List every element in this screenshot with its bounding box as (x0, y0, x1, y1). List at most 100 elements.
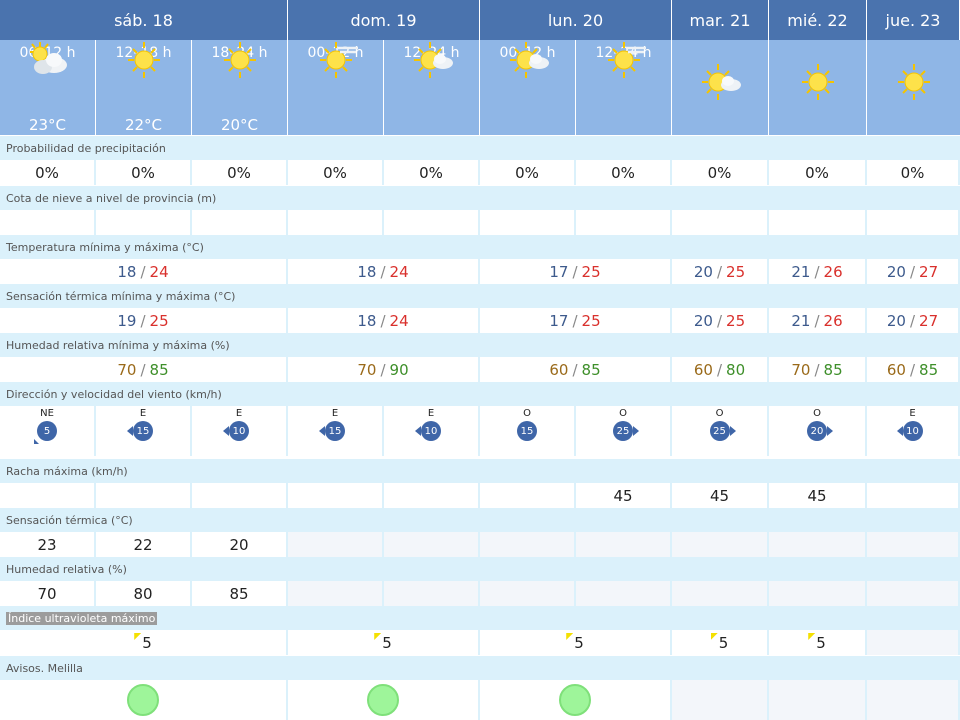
gust-value (288, 483, 384, 508)
slash: / (716, 262, 723, 281)
period-temp: 23°C (28, 116, 67, 134)
period-mie-22 (769, 40, 867, 135)
sens-term-value (769, 532, 867, 557)
sun-icon (216, 40, 264, 80)
uv-number: 5 (382, 633, 392, 652)
slash: / (909, 262, 916, 281)
gust-label: Racha máxima (km/h) (0, 459, 960, 483)
temp-minmax: 20/27 (867, 259, 960, 284)
temp-min: 21 (791, 262, 811, 281)
day-label: sáb. 18 (114, 10, 173, 30)
period-dom-00-12: 00–12 h (288, 40, 384, 135)
temp-max: 26 (823, 262, 843, 281)
precip-value: 0% (867, 160, 960, 185)
gust-value (0, 483, 96, 508)
wind-label: Dirección y velocidad del viento (km/h) (0, 382, 960, 406)
uv-marker-icon (566, 633, 574, 640)
slash: / (909, 360, 916, 379)
no-warning-icon[interactable] (367, 684, 399, 716)
hum-max: 85 (919, 360, 939, 379)
sun-icon (120, 40, 168, 80)
sens-min: 17 (549, 311, 569, 330)
hum-rel-label: Humedad relativa (%) (0, 557, 960, 581)
hum-rel-value: 80 (96, 581, 192, 606)
period-lun-12-24: 12–24 h (576, 40, 672, 135)
slash: / (140, 360, 146, 379)
day-header-dom-19: dom. 19 (288, 0, 480, 40)
avisos-cell (0, 680, 288, 720)
period-lun-00-12: 00–12 h (480, 40, 576, 135)
uv-marker-icon (374, 633, 382, 640)
slash: / (909, 311, 916, 330)
snow-value (769, 210, 867, 235)
sens-minmax: 20/27 (867, 308, 960, 333)
avisos-row (0, 680, 960, 720)
hum-min: 70 (791, 360, 811, 379)
sens-min: 21 (791, 311, 811, 330)
day-label: dom. 19 (350, 10, 417, 30)
uv-marker-icon (808, 633, 816, 640)
precip-value: 0% (576, 160, 672, 185)
slash: / (716, 360, 723, 379)
sens-min: 20 (693, 311, 713, 330)
avisos-cell (672, 680, 769, 720)
hum-rel-value (867, 581, 960, 606)
wind-arrow-icon: 10 (896, 421, 923, 441)
hum-rel-value: 70 (0, 581, 96, 606)
temp-minmax: 17/25 (480, 259, 672, 284)
temp-max: 24 (389, 262, 409, 281)
temp-minmax: 18/24 (288, 259, 480, 284)
wind-direction: E (909, 408, 916, 419)
precip-section: Probabilidad de precipitación 0% 0% 0% 0… (0, 136, 960, 185)
sens-term-value: 23 (0, 532, 96, 557)
temp-label: Temperatura mínima y máxima (°C) (0, 235, 960, 259)
sens-max: 25 (581, 311, 601, 330)
wind-arrow-icon: 15 (517, 421, 537, 441)
uv-value: 5 (672, 630, 769, 655)
hum-min: 70 (117, 360, 137, 379)
uv-number: 5 (816, 633, 826, 652)
sens-row: 19/25 18/24 17/25 20/25 21/26 20/27 (0, 308, 960, 333)
wind-direction: O (813, 408, 821, 419)
wind-cell: O 15 (480, 406, 576, 456)
sens-term-row: 23 22 20 (0, 532, 960, 557)
hum-minmax: 70/85 (769, 357, 867, 382)
day-label: jue. 23 (885, 10, 941, 30)
uv-number: 5 (574, 633, 584, 652)
hum-label: Humedad relativa mínima y máxima (%) (0, 333, 960, 357)
wind-cell: E 15 (288, 406, 384, 456)
wind-direction: O (619, 408, 627, 419)
wind-arrow-icon: 5 (37, 421, 57, 441)
hum-section: Humedad relativa mínima y máxima (%) 70/… (0, 333, 960, 382)
temp-max: 25 (726, 262, 746, 281)
gust-value: 45 (576, 483, 672, 508)
precip-value: 0% (384, 160, 480, 185)
avisos-cell (288, 680, 480, 720)
temp-section: Temperatura mínima y máxima (°C) 18/24 1… (0, 235, 960, 284)
sun-cloud-icon (696, 62, 744, 102)
snow-value (672, 210, 769, 235)
sens-max: 26 (823, 311, 843, 330)
wind-cell: O 20 (769, 406, 867, 456)
slash: / (380, 311, 386, 330)
wind-cell: E 15 (96, 406, 192, 456)
sens-max: 24 (389, 311, 409, 330)
gust-row: 45 45 45 (0, 483, 960, 508)
sun-icon (890, 62, 938, 102)
snow-section: Cota de nieve a nivel de provincia (m) (0, 186, 960, 235)
sens-term-value (672, 532, 769, 557)
wind-direction: NE (40, 408, 54, 419)
snow-value (0, 210, 96, 235)
temp-min: 20 (693, 262, 713, 281)
hum-minmax: 70/85 (0, 357, 288, 382)
day-label: mié. 22 (787, 10, 848, 30)
day-header-mar-21: mar. 21 (672, 0, 769, 40)
temp-minmax: 20/25 (672, 259, 769, 284)
wind-arrow-icon: 15 (127, 421, 153, 441)
hum-min: 70 (357, 360, 377, 379)
snow-value (384, 210, 480, 235)
day-label: lun. 20 (547, 10, 604, 30)
no-warning-icon[interactable] (559, 684, 591, 716)
hum-rel-value (576, 581, 672, 606)
no-warning-icon[interactable] (127, 684, 159, 716)
